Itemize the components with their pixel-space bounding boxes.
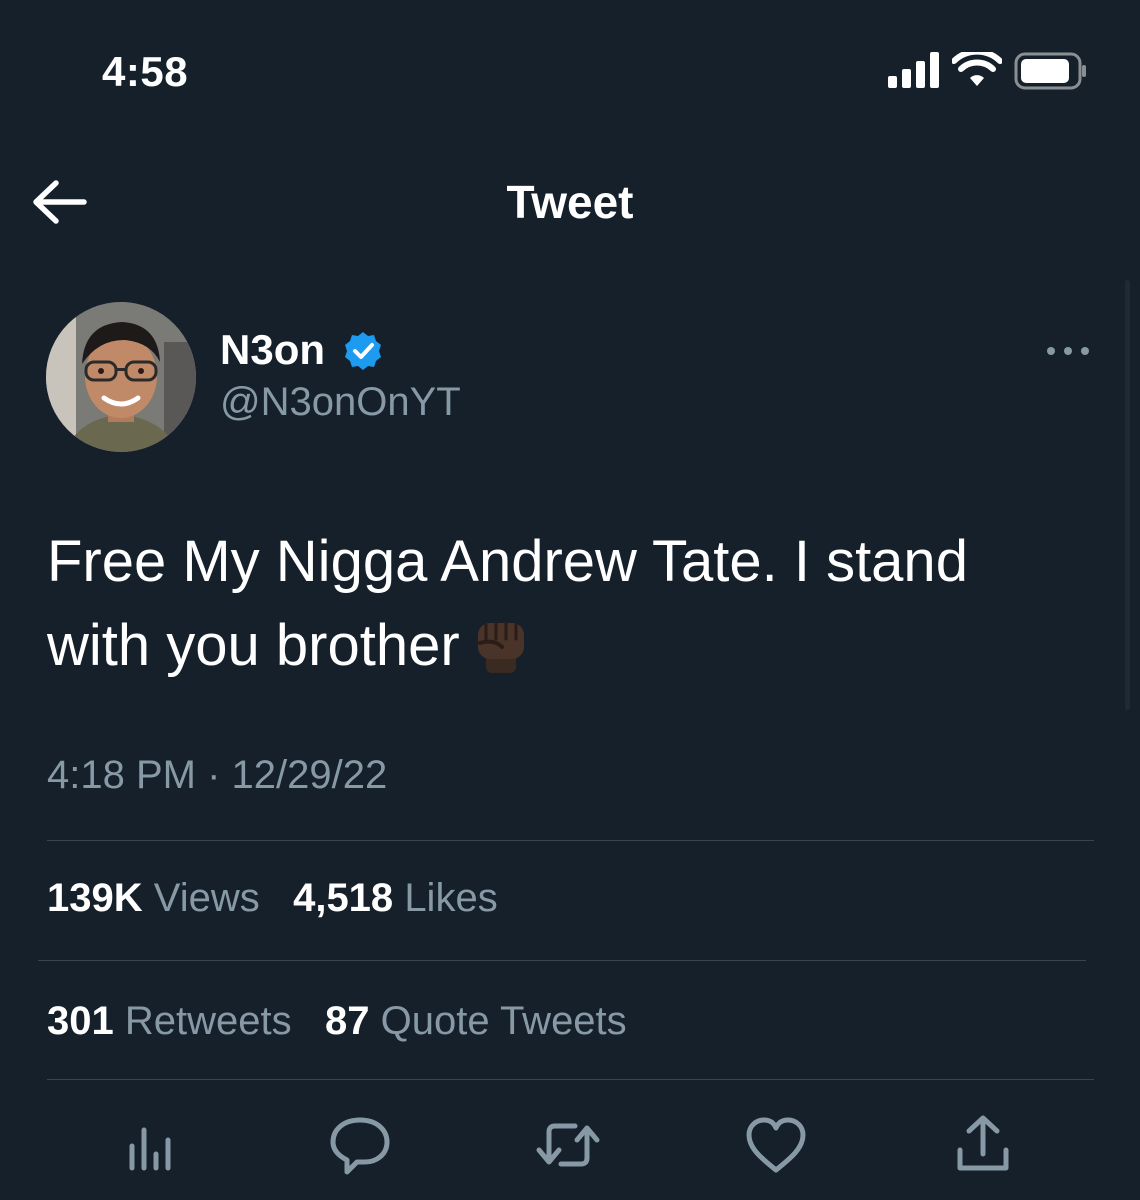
views-label: Views	[153, 876, 260, 920]
retweets-stat[interactable]: 301 Retweets	[47, 999, 292, 1043]
likes-label: Likes	[404, 876, 498, 920]
divider	[47, 840, 1094, 841]
reply-button[interactable]	[325, 1110, 395, 1180]
tweet-text-line1: Free My Nigga Andrew Tate. I stand	[47, 529, 968, 594]
tweet-text-line2: with you brother	[47, 604, 1087, 688]
retweets-count: 301	[47, 999, 114, 1043]
analytics-button[interactable]	[118, 1110, 188, 1180]
more-options-icon[interactable]	[1044, 336, 1092, 366]
page-title: Tweet	[506, 176, 634, 228]
retweets-label: Retweets	[124, 999, 292, 1043]
cellular-signal-icon	[888, 52, 939, 88]
share-button[interactable]	[948, 1110, 1018, 1180]
quote-tweets-label: Quote Tweets	[380, 999, 627, 1043]
wifi-icon	[952, 52, 1002, 86]
tweet-timestamp[interactable]: 4:18 PM · 12/29/22	[47, 753, 387, 798]
avatar-image	[46, 302, 196, 452]
share-icon	[957, 1115, 1009, 1171]
tweet-text-line2-text: with you brother	[47, 613, 460, 678]
status-time: 4:58	[102, 48, 189, 95]
quote-tweets-count: 87	[324, 999, 370, 1043]
avatar[interactable]	[46, 302, 196, 452]
stats-row-retweets-quotes: 301 Retweets 87 Quote Tweets	[47, 999, 627, 1044]
author-display-name[interactable]: N3on	[220, 326, 325, 374]
action-bar	[0, 1110, 1140, 1180]
stats-row-views-likes: 139K Views 4,518 Likes	[47, 876, 498, 921]
raised-fist-emoji-icon	[477, 621, 524, 673]
retweet-button[interactable]	[533, 1110, 603, 1180]
likes-stat[interactable]: 4,518 Likes	[293, 876, 498, 920]
reply-icon	[330, 1117, 390, 1175]
quote-tweets-stat[interactable]: 87 Quote Tweets	[325, 999, 627, 1043]
views-count: 139K	[47, 876, 143, 920]
battery-icon	[1014, 52, 1086, 90]
views-stat[interactable]: 139K Views	[47, 876, 260, 920]
divider	[38, 960, 1086, 961]
heart-icon	[746, 1117, 806, 1173]
like-button[interactable]	[741, 1110, 811, 1180]
scroll-indicator	[1125, 280, 1130, 710]
author-handle[interactable]: @N3onOnYT	[220, 380, 461, 425]
verified-badge-icon	[345, 332, 381, 370]
tweet-text: Free My Nigga Andrew Tate. I stand with …	[47, 520, 1087, 688]
analytics-icon	[129, 1127, 171, 1171]
retweet-icon	[536, 1123, 600, 1167]
likes-count: 4,518	[293, 876, 394, 920]
divider	[47, 1079, 1094, 1080]
